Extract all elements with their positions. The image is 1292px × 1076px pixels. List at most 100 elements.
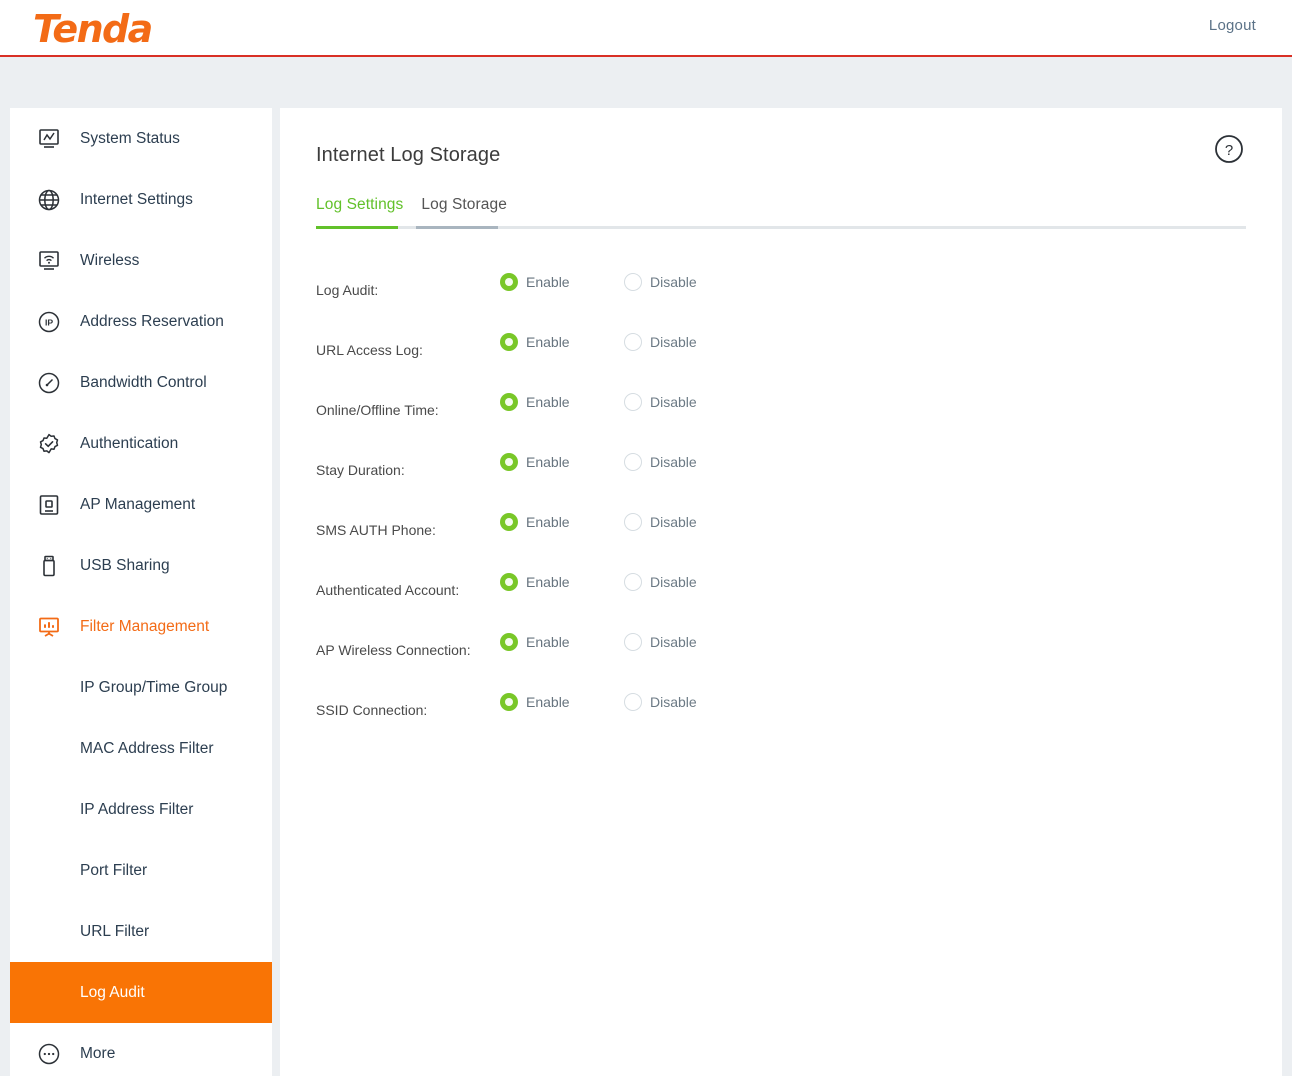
radio-enable-indicator[interactable] (500, 273, 518, 291)
radio-disable-indicator[interactable] (624, 273, 642, 291)
setting-row-stay-duration: Stay Duration: Enable Disable (316, 440, 1246, 500)
setting-row-authenticated-account: Authenticated Account: Enable Disable (316, 560, 1246, 620)
badge-check-icon (36, 431, 62, 457)
svg-text:?: ? (1225, 142, 1233, 159)
sidebar-item-wireless[interactable]: Wireless (10, 230, 272, 291)
radio-enable-sms-auth-phone[interactable]: Enable (500, 513, 570, 531)
sidebar-item-label: AP Management (80, 495, 196, 513)
sidebar-item-mac-address-filter[interactable]: MAC Address Filter (10, 718, 272, 779)
sidebar-item-label: USB Sharing (80, 556, 170, 574)
radio-disable-indicator[interactable] (624, 693, 642, 711)
usb-drive-icon (36, 553, 62, 579)
radio-disable-sms-auth-phone[interactable]: Disable (624, 513, 697, 531)
radio-enable-indicator[interactable] (500, 633, 518, 651)
radio-enable-label: Enable (526, 634, 570, 650)
sidebar-nav: System Status Internet Settings Wireless… (10, 108, 272, 1076)
radio-disable-indicator[interactable] (624, 573, 642, 591)
radio-enable-authenticated-account[interactable]: Enable (500, 573, 570, 591)
sidebar-item-label: Log Audit (80, 983, 145, 1001)
tab-log-storage[interactable]: Log Storage (421, 196, 507, 226)
radio-disable-indicator[interactable] (624, 333, 642, 351)
sidebar-item-label: MAC Address Filter (80, 739, 214, 757)
sidebar-item-label: Port Filter (80, 861, 148, 879)
sidebar-item-usb-sharing[interactable]: USB Sharing (10, 535, 272, 596)
radio-disable-indicator[interactable] (624, 633, 642, 651)
radio-disable-label: Disable (650, 514, 697, 530)
radio-disable-log-audit[interactable]: Disable (624, 273, 697, 291)
sidebar-item-label: IP Group/Time Group (80, 678, 228, 696)
setting-label: URL Access Log: (316, 342, 423, 358)
sidebar-item-label: IP Address Filter (80, 800, 194, 818)
tab-log-settings[interactable]: Log Settings (316, 196, 403, 226)
sidebar-item-system-status[interactable]: System Status (10, 108, 272, 169)
sidebar-item-port-filter[interactable]: Port Filter (10, 840, 272, 901)
radio-enable-label: Enable (526, 394, 570, 410)
radio-enable-label: Enable (526, 454, 570, 470)
radio-enable-ap-wireless-connection[interactable]: Enable (500, 633, 570, 651)
setting-label: SSID Connection: (316, 702, 428, 718)
sidebar-item-label: URL Filter (80, 922, 150, 940)
radio-enable-log-audit[interactable]: Enable (500, 273, 570, 291)
radio-enable-indicator[interactable] (500, 693, 518, 711)
sidebar-item-label: Address Reservation (80, 312, 224, 330)
radio-enable-online-offline-time[interactable]: Enable (500, 393, 570, 411)
radio-enable-label: Enable (526, 274, 570, 290)
radio-disable-label: Disable (650, 694, 697, 710)
logout-button[interactable]: Logout (1209, 17, 1256, 34)
radio-disable-authenticated-account[interactable]: Disable (624, 573, 697, 591)
radio-disable-label: Disable (650, 274, 697, 290)
sidebar-item-url-filter[interactable]: URL Filter (10, 901, 272, 962)
page-title: Internet Log Storage (316, 144, 501, 166)
radio-enable-indicator[interactable] (500, 333, 518, 351)
setting-row-log-audit: Log Audit: Enable Disable (316, 260, 1246, 320)
radio-enable-ssid-connection[interactable]: Enable (500, 693, 570, 711)
sidebar-item-more[interactable]: More (10, 1023, 272, 1076)
sidebar-item-label: Bandwidth Control (80, 373, 207, 391)
radio-disable-label: Disable (650, 394, 697, 410)
sidebar-item-label: Internet Settings (80, 190, 193, 208)
radio-disable-label: Disable (650, 574, 697, 590)
radio-disable-label: Disable (650, 634, 697, 650)
radio-disable-stay-duration[interactable]: Disable (624, 453, 697, 471)
radio-disable-indicator[interactable] (624, 513, 642, 531)
question-circle-icon[interactable]: ? (1214, 134, 1244, 164)
radio-enable-url-access-log[interactable]: Enable (500, 333, 570, 351)
gauge-icon (36, 370, 62, 396)
sidebar-item-label: More (80, 1044, 116, 1062)
filter-board-icon (36, 614, 62, 640)
sidebar-item-ap-management[interactable]: AP Management (10, 474, 272, 535)
main-content-panel: Internet Log Storage ? Log Settings Log S… (280, 108, 1282, 1076)
radio-disable-url-access-log[interactable]: Disable (624, 333, 697, 351)
ap-device-icon (36, 492, 62, 518)
radio-disable-indicator[interactable] (624, 393, 642, 411)
radio-enable-stay-duration[interactable]: Enable (500, 453, 570, 471)
radio-enable-label: Enable (526, 574, 570, 590)
radio-disable-online-offline-time[interactable]: Disable (624, 393, 697, 411)
setting-row-url-access-log: URL Access Log: Enable Disable (316, 320, 1246, 380)
setting-label: Authenticated Account: (316, 582, 460, 598)
setting-label: AP Wireless Connection: (316, 642, 471, 658)
tab-bar: Log Settings Log Storage (316, 196, 1246, 229)
radio-enable-indicator[interactable] (500, 513, 518, 531)
sidebar-item-address-reservation[interactable]: IP Address Reservation (10, 291, 272, 352)
setting-row-ap-wireless-connection: AP Wireless Connection: Enable Disable (316, 620, 1246, 680)
radio-disable-ssid-connection[interactable]: Disable (624, 693, 697, 711)
radio-disable-indicator[interactable] (624, 453, 642, 471)
monitor-wifi-icon (36, 248, 62, 274)
setting-label: SMS AUTH Phone: (316, 522, 436, 538)
sidebar-item-label: Authentication (80, 434, 179, 452)
radio-enable-indicator[interactable] (500, 573, 518, 591)
sidebar-item-ip-address-filter[interactable]: IP Address Filter (10, 779, 272, 840)
setting-label: Online/Offline Time: (316, 402, 439, 418)
radio-disable-ap-wireless-connection[interactable]: Disable (624, 633, 697, 651)
sidebar-item-label: Wireless (80, 251, 140, 269)
radio-enable-indicator[interactable] (500, 453, 518, 471)
sidebar-item-log-audit[interactable]: Log Audit (10, 962, 272, 1023)
sidebar-item-internet-settings[interactable]: Internet Settings (10, 169, 272, 230)
sidebar-item-label: System Status (80, 129, 180, 147)
sidebar-item-filter-management[interactable]: Filter Management (10, 596, 272, 657)
sidebar-item-authentication[interactable]: Authentication (10, 413, 272, 474)
sidebar-item-bandwidth-control[interactable]: Bandwidth Control (10, 352, 272, 413)
radio-enable-indicator[interactable] (500, 393, 518, 411)
sidebar-item-ip-group-time-group[interactable]: IP Group/Time Group (10, 657, 272, 718)
